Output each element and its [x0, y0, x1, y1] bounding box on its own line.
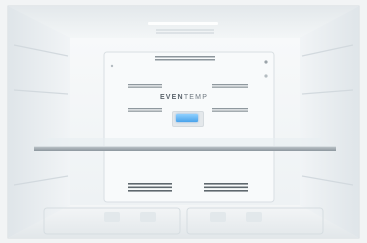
temperature-display	[176, 114, 198, 122]
eventemp-logo: EVENTEMP	[148, 94, 220, 101]
left-wall	[8, 6, 70, 238]
screw	[110, 64, 114, 68]
screw	[264, 74, 268, 78]
fridge-interior: EVENTEMP	[0, 0, 367, 243]
brand-part-1: EVEN	[159, 94, 184, 101]
lower-left-vent	[128, 183, 172, 192]
lower-right-vent	[204, 183, 248, 192]
air-duct-panel	[103, 51, 275, 203]
ceiling-light	[148, 22, 218, 25]
brand-part-2: TEMP	[183, 94, 209, 101]
screw	[264, 60, 268, 64]
right-wall	[300, 6, 359, 238]
